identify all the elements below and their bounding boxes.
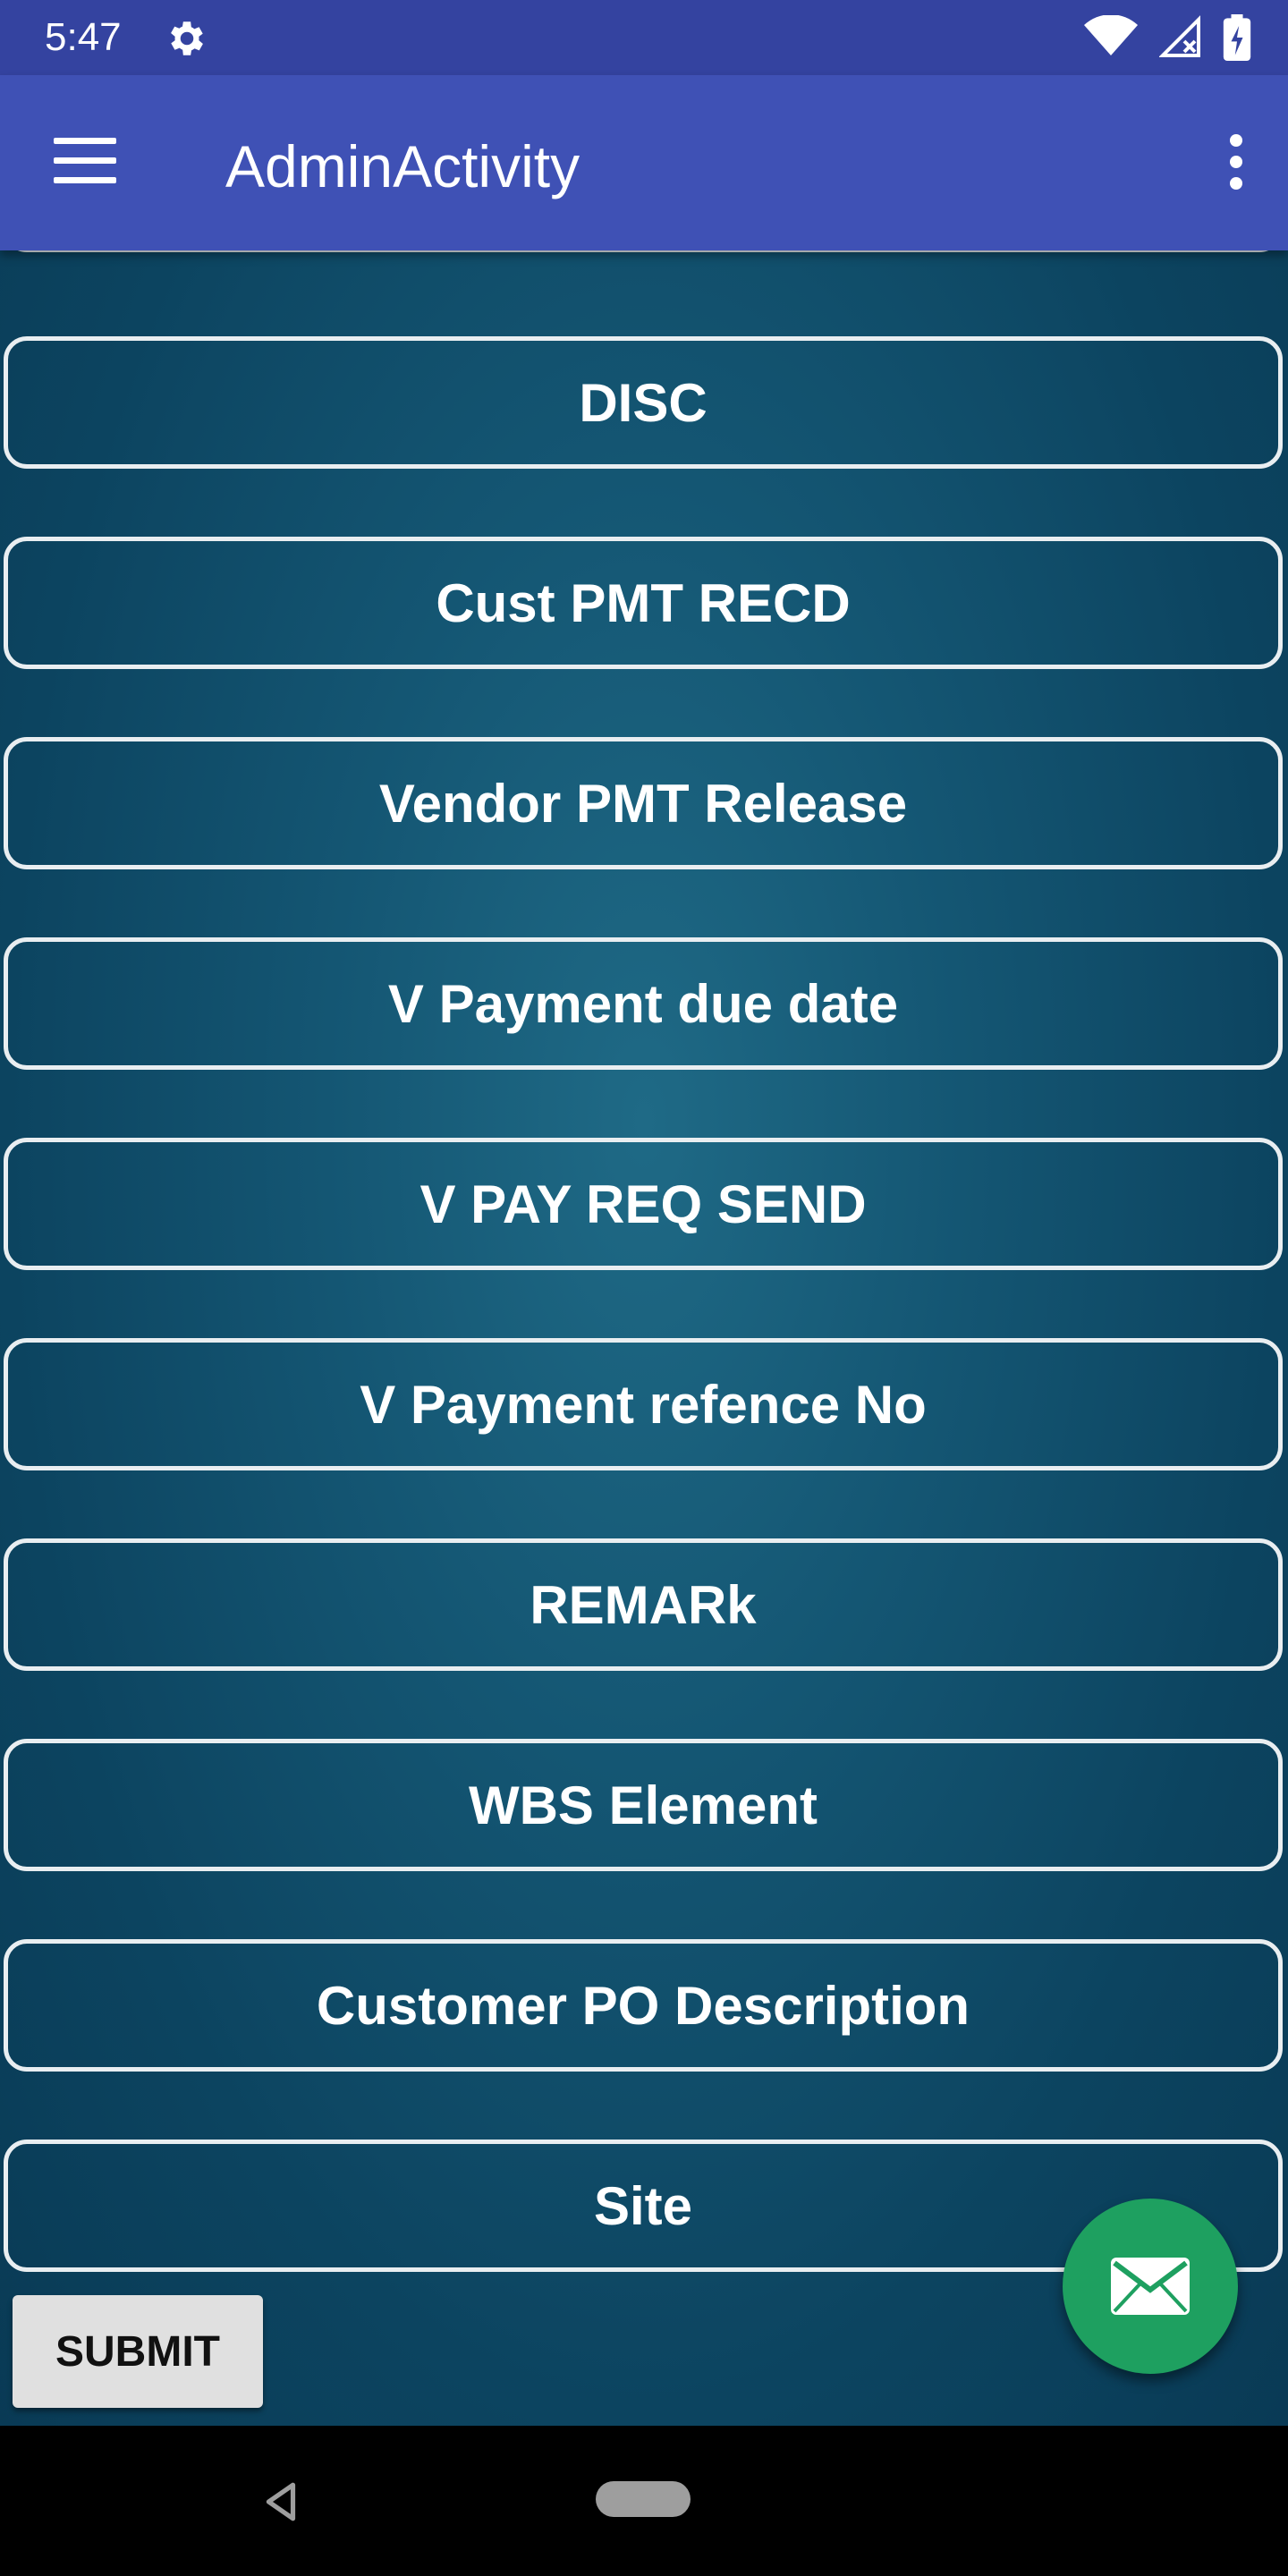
field-label: V PAY REQ SEND	[419, 1174, 867, 1234]
field-label: Cust PMT RECD	[436, 572, 851, 633]
gear-icon	[171, 21, 203, 55]
mail-icon	[1111, 2258, 1190, 2315]
hamburger-menu-icon[interactable]	[54, 138, 116, 188]
form-field-customer-po-description[interactable]: Customer PO Description	[4, 1939, 1283, 2072]
app-bar: AdminActivity	[0, 75, 1288, 250]
field-label: Customer PO Description	[316, 1975, 970, 2036]
wifi-icon	[1084, 15, 1138, 55]
form-field-disc[interactable]: DISC	[4, 336, 1283, 469]
field-label: WBS Element	[468, 1775, 818, 1835]
form-field-partial[interactable]	[4, 250, 1283, 252]
status-bar: 5:47	[0, 0, 1288, 75]
field-label: V Payment due date	[387, 973, 899, 1034]
form-field-remark[interactable]: REMARk	[4, 1538, 1283, 1671]
back-icon[interactable]	[259, 2479, 304, 2524]
field-label: Vendor PMT Release	[378, 773, 908, 834]
field-label: V Payment refence No	[360, 1374, 927, 1435]
form-field-v-payment-reference-no[interactable]: V Payment refence No	[4, 1338, 1283, 1470]
status-time: 5:47	[45, 15, 122, 59]
submit-button[interactable]: SUBMIT	[13, 2295, 263, 2408]
signal-icon	[1159, 15, 1200, 57]
field-label: REMARk	[530, 1574, 757, 1635]
form-field-cust-pmt-recd[interactable]: Cust PMT RECD	[4, 537, 1283, 669]
battery-icon	[1223, 14, 1251, 61]
home-pill-button[interactable]	[596, 2481, 691, 2517]
system-nav-bar	[0, 2426, 1288, 2576]
form-field-vendor-pmt-release[interactable]: Vendor PMT Release	[4, 737, 1283, 869]
field-label: DISC	[579, 372, 708, 433]
page-title: AdminActivity	[225, 133, 580, 199]
form-field-v-payment-due-date[interactable]: V Payment due date	[4, 937, 1283, 1070]
field-label: Site	[593, 2175, 693, 2236]
form-scroll-area[interactable]: DISC Cust PMT RECD Vendor PMT Release V …	[0, 250, 1288, 2426]
form-field-wbs-element[interactable]: WBS Element	[4, 1739, 1283, 1871]
form-field-v-pay-req-send[interactable]: V PAY REQ SEND	[4, 1138, 1283, 1270]
status-icons	[1082, 13, 1252, 63]
mail-fab-button[interactable]	[1063, 2199, 1238, 2374]
more-vertical-icon[interactable]	[1227, 134, 1245, 191]
